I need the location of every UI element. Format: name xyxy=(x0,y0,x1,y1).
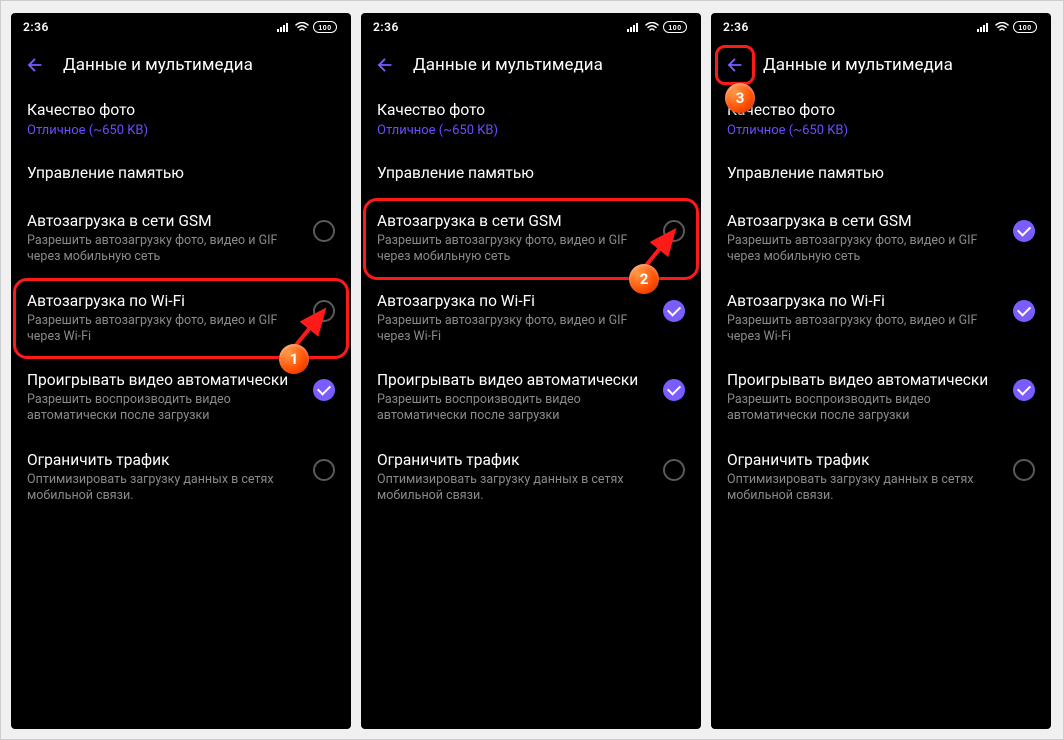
status-icons: 100 xyxy=(977,21,1039,33)
photo-quality-title: Качество фото xyxy=(727,101,1035,119)
setting-wifi-checkbox[interactable] xyxy=(313,300,335,322)
setting-limit[interactable]: Ограничить трафик Оптимизировать загрузк… xyxy=(711,439,1051,519)
setting-wifi-desc: Разрешить автозагрузку фото, видео и GIF… xyxy=(377,313,653,346)
back-arrow-icon[interactable] xyxy=(721,51,749,79)
setting-gsm-title: Автозагрузка в сети GSM xyxy=(377,212,653,230)
status-time: 2:36 xyxy=(373,20,399,34)
svg-text:100: 100 xyxy=(668,25,681,32)
setting-gsm-desc: Разрешить автозагрузку фото, видео и GIF… xyxy=(377,233,653,266)
memory-management-item[interactable]: Управление памятью xyxy=(11,152,351,200)
page-title: Данные и мультимедиа xyxy=(413,55,603,75)
setting-gsm-desc: Разрешить автозагрузку фото, видео и GIF… xyxy=(27,233,303,266)
status-bar: 2:36 100 xyxy=(711,13,1051,41)
photo-quality-value: Отличное (~650 KB) xyxy=(377,123,685,138)
setting-autoplay[interactable]: Проигрывать видео автоматически Разрешит… xyxy=(11,359,351,439)
photo-quality-title: Качество фото xyxy=(27,101,335,119)
page-title: Данные и мультимедиа xyxy=(763,55,953,75)
setting-limit-title: Ограничить трафик xyxy=(377,451,653,469)
setting-gsm-checkbox[interactable] xyxy=(1013,220,1035,242)
setting-autoplay-desc: Разрешить воспроизводить видео автоматич… xyxy=(727,392,1003,425)
setting-wifi-desc: Разрешить автозагрузку фото, видео и GIF… xyxy=(27,313,303,346)
setting-limit-checkbox[interactable] xyxy=(663,459,685,481)
status-bar: 2:36 100 xyxy=(361,13,701,41)
photo-quality-item[interactable]: Качество фото Отличное (~650 KB) xyxy=(11,89,351,152)
setting-gsm-desc: Разрешить автозагрузку фото, видео и GIF… xyxy=(727,233,1003,266)
setting-limit-checkbox[interactable] xyxy=(313,459,335,481)
setting-wifi-title: Автозагрузка по Wi-Fi xyxy=(727,292,1003,310)
setting-limit[interactable]: Ограничить трафик Оптимизировать загрузк… xyxy=(361,439,701,519)
memory-title: Управление памятью xyxy=(377,164,685,182)
setting-gsm-title: Автозагрузка в сети GSM xyxy=(727,212,1003,230)
setting-autoplay-title: Проигрывать видео автоматически xyxy=(27,371,303,389)
setting-wifi[interactable]: Автозагрузка по Wi-Fi Разрешить автозагр… xyxy=(11,280,351,360)
photo-quality-item[interactable]: Качество фото Отличное (~650 KB) xyxy=(711,89,1051,152)
photo-quality-value: Отличное (~650 KB) xyxy=(27,123,335,138)
setting-limit-desc: Оптимизировать загрузку данных в сетях м… xyxy=(727,472,1003,505)
memory-management-item[interactable]: Управление памятью xyxy=(711,152,1051,200)
status-bar: 2:36 100 xyxy=(11,13,351,41)
setting-gsm[interactable]: Автозагрузка в сети GSM Разрешить автоза… xyxy=(11,200,351,280)
status-time: 2:36 xyxy=(723,20,749,34)
setting-wifi[interactable]: Автозагрузка по Wi-Fi Разрешить автозагр… xyxy=(711,280,1051,360)
setting-gsm[interactable]: Автозагрузка в сети GSM Разрешить автоза… xyxy=(711,200,1051,280)
setting-autoplay-checkbox[interactable] xyxy=(1013,379,1035,401)
setting-limit-title: Ограничить трафик xyxy=(27,451,303,469)
setting-limit-checkbox[interactable] xyxy=(1013,459,1035,481)
header: Данные и мультимедиа xyxy=(11,41,351,89)
setting-limit-title: Ограничить трафик xyxy=(727,451,1003,469)
status-icons: 100 xyxy=(627,21,689,33)
status-icons: 100 xyxy=(277,21,339,33)
setting-limit-desc: Оптимизировать загрузку данных в сетях м… xyxy=(27,472,303,505)
setting-wifi-checkbox[interactable] xyxy=(1013,300,1035,322)
setting-wifi-title: Автозагрузка по Wi-Fi xyxy=(377,292,653,310)
back-arrow-icon[interactable] xyxy=(21,51,49,79)
svg-text:100: 100 xyxy=(318,25,331,32)
back-arrow-icon[interactable] xyxy=(371,51,399,79)
setting-autoplay[interactable]: Проигрывать видео автоматически Разрешит… xyxy=(361,359,701,439)
memory-title: Управление памятью xyxy=(727,164,1035,182)
setting-wifi-checkbox[interactable] xyxy=(663,300,685,322)
setting-gsm[interactable]: Автозагрузка в сети GSM Разрешить автоза… xyxy=(361,200,701,280)
memory-title: Управление памятью xyxy=(27,164,335,182)
setting-gsm-checkbox[interactable] xyxy=(313,220,335,242)
setting-autoplay-desc: Разрешить воспроизводить видео автоматич… xyxy=(377,392,653,425)
photo-quality-value: Отличное (~650 KB) xyxy=(727,123,1035,138)
setting-wifi-desc: Разрешить автозагрузку фото, видео и GIF… xyxy=(727,313,1003,346)
setting-autoplay-checkbox[interactable] xyxy=(313,379,335,401)
memory-management-item[interactable]: Управление памятью xyxy=(361,152,701,200)
status-time: 2:36 xyxy=(23,20,49,34)
setting-wifi[interactable]: Автозагрузка по Wi-Fi Разрешить автозагр… xyxy=(361,280,701,360)
setting-limit-desc: Оптимизировать загрузку данных в сетях м… xyxy=(377,472,653,505)
header: Данные и мультимедиа xyxy=(361,41,701,89)
setting-autoplay[interactable]: Проигрывать видео автоматически Разрешит… xyxy=(711,359,1051,439)
setting-limit[interactable]: Ограничить трафик Оптимизировать загрузк… xyxy=(11,439,351,519)
setting-gsm-checkbox[interactable] xyxy=(663,220,685,242)
setting-autoplay-title: Проигрывать видео автоматически xyxy=(727,371,1003,389)
setting-autoplay-checkbox[interactable] xyxy=(663,379,685,401)
photo-quality-title: Качество фото xyxy=(377,101,685,119)
page-title: Данные и мультимедиа xyxy=(63,55,253,75)
setting-autoplay-desc: Разрешить воспроизводить видео автоматич… xyxy=(27,392,303,425)
setting-wifi-title: Автозагрузка по Wi-Fi xyxy=(27,292,303,310)
setting-autoplay-title: Проигрывать видео автоматически xyxy=(377,371,653,389)
setting-gsm-title: Автозагрузка в сети GSM xyxy=(27,212,303,230)
svg-text:100: 100 xyxy=(1018,25,1031,32)
photo-quality-item[interactable]: Качество фото Отличное (~650 KB) xyxy=(361,89,701,152)
header: Данные и мультимедиа xyxy=(711,41,1051,89)
